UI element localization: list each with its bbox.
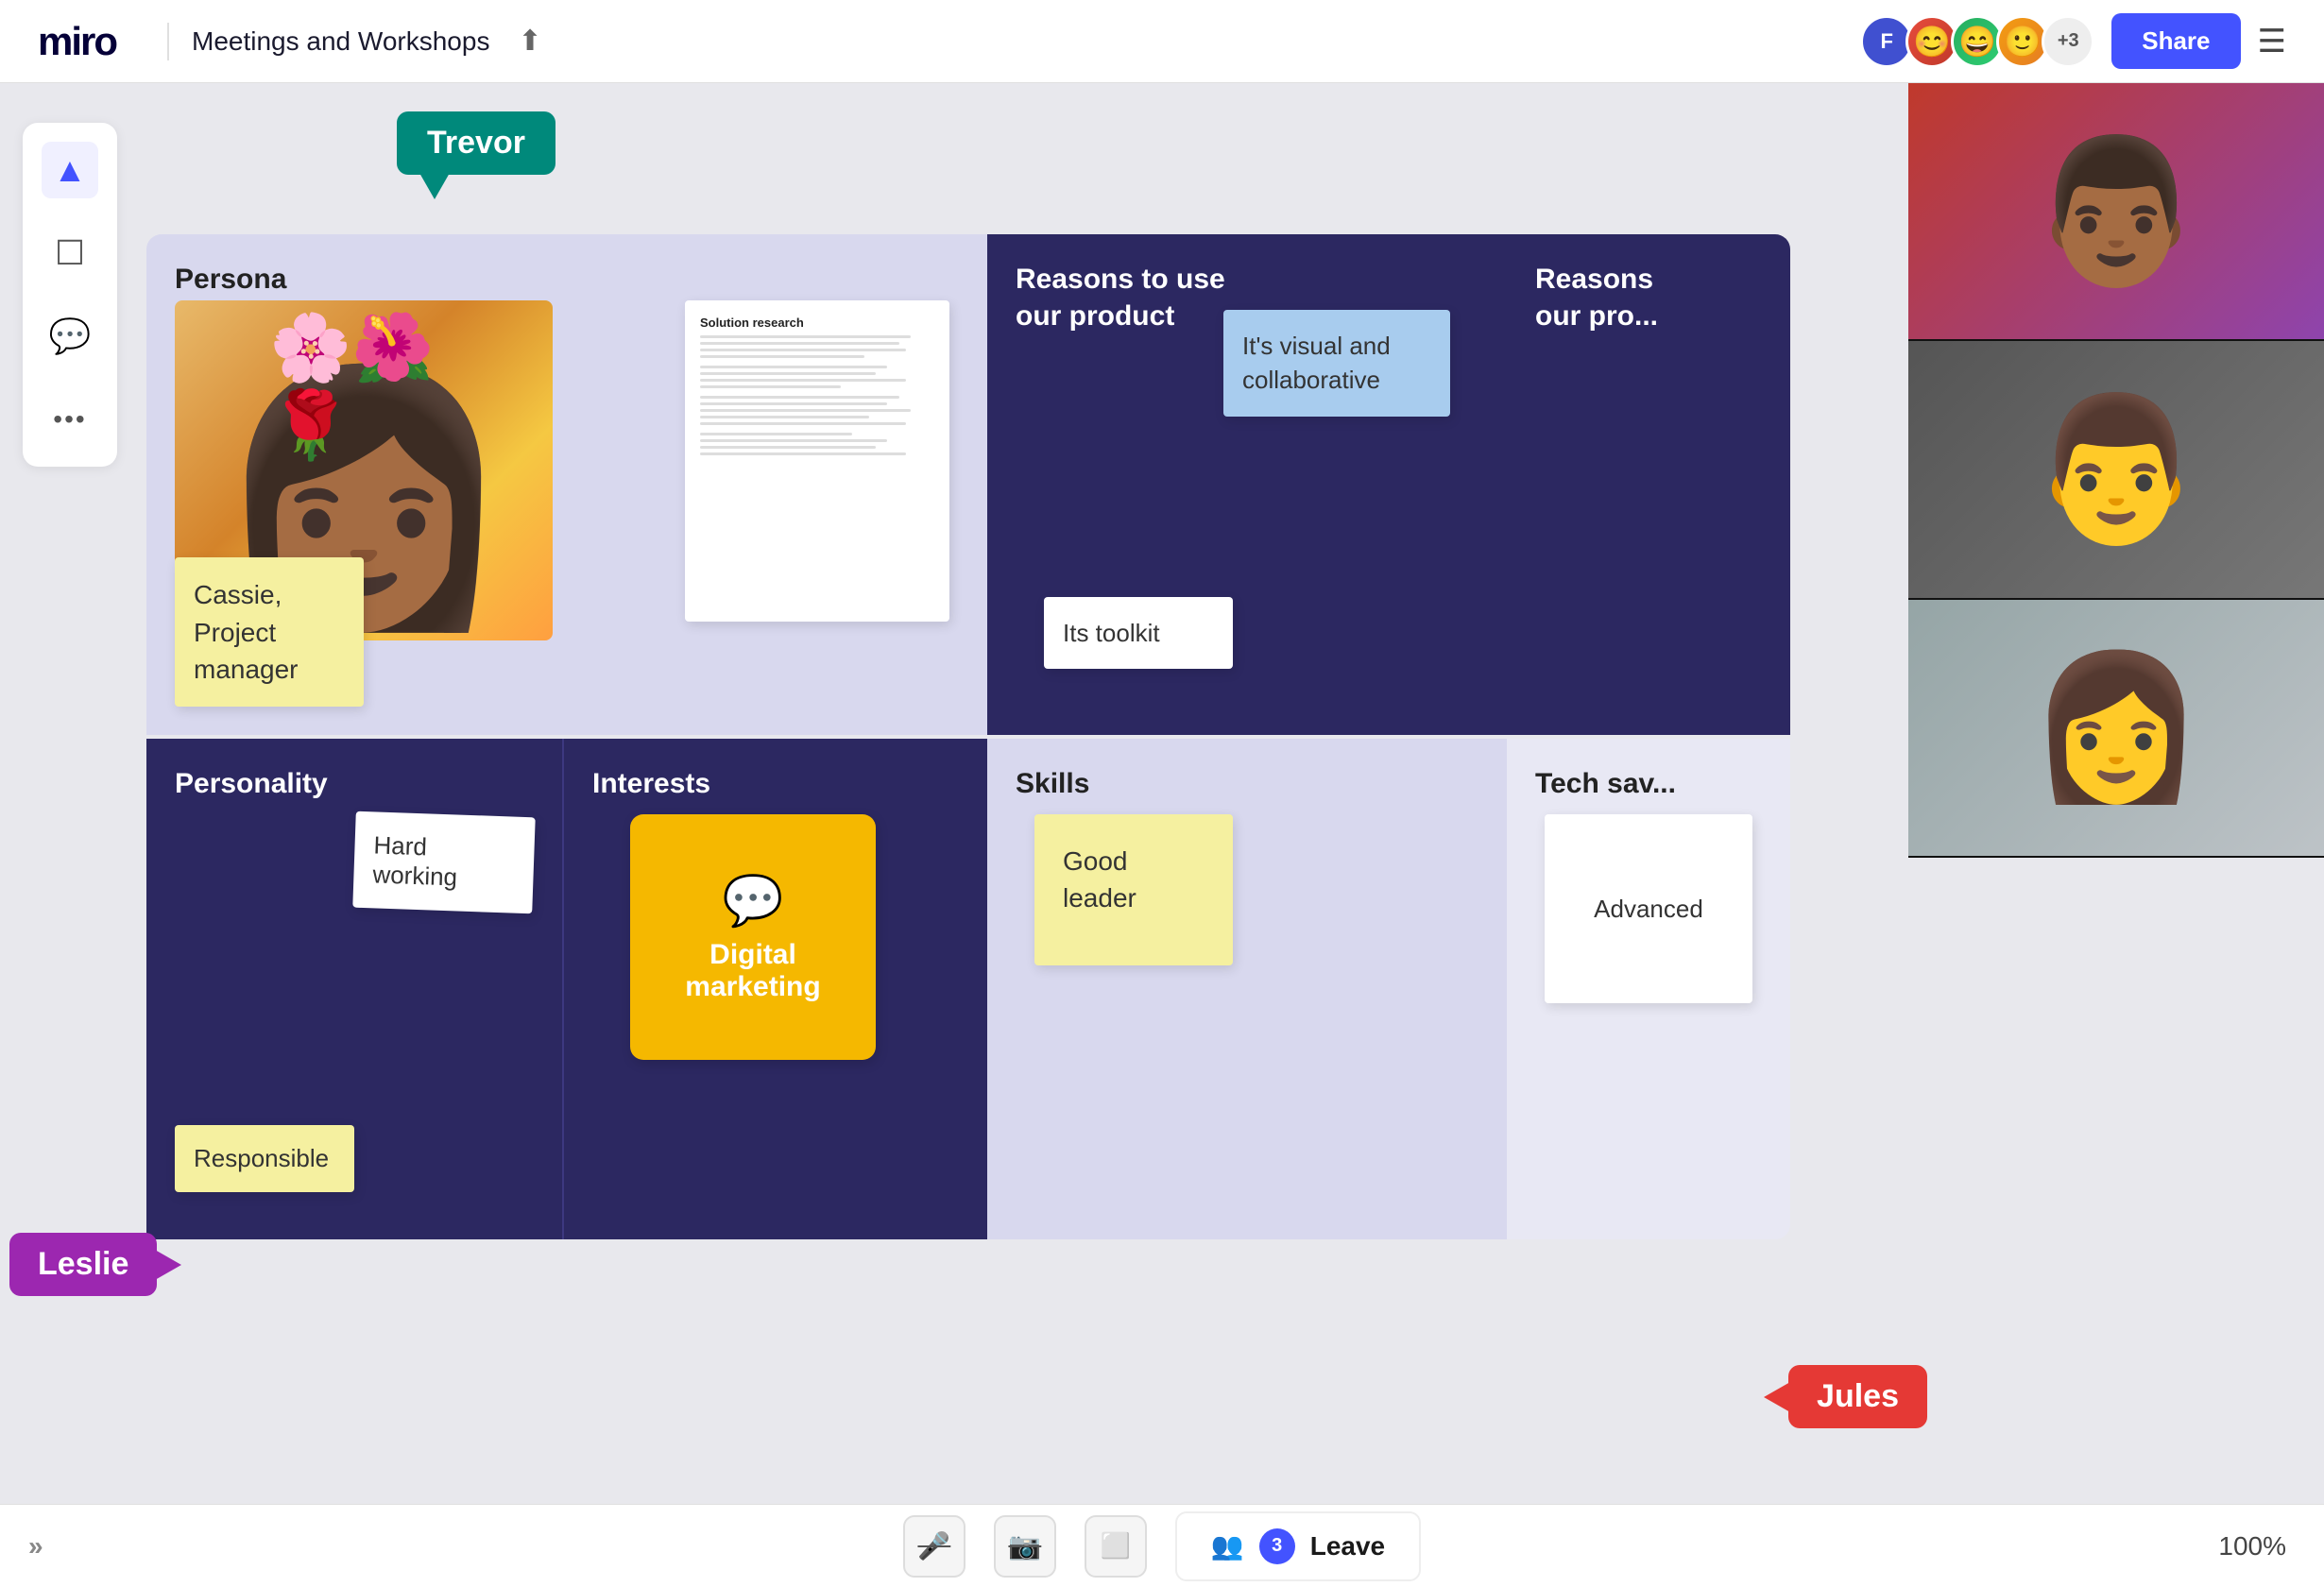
digital-marketing-card[interactable]: 💬 Digital marketing bbox=[630, 814, 876, 1060]
toolkit-text: Its toolkit bbox=[1063, 619, 1160, 647]
interests-section: Interests 💬 Digital marketing bbox=[562, 739, 987, 1239]
topbar-right: F 😊 😄 🙂 +3 Share ☰ bbox=[1860, 13, 2286, 69]
chat-card-icon: 💬 bbox=[723, 872, 784, 930]
video-tile-2: 👨 bbox=[1908, 341, 2324, 599]
reasons2-title: Reasonsour pro... bbox=[1535, 261, 1762, 334]
persona-name-sticky[interactable]: Cassie,Projectmanager bbox=[175, 557, 364, 707]
document-card[interactable]: Solution research bbox=[685, 300, 949, 622]
good-leader-sticky[interactable]: Good leader bbox=[1034, 814, 1233, 965]
bottombar: » 🎤 📷 ⬜ 👥 3 Leave 100% bbox=[0, 1504, 2324, 1587]
mic-mute-icon: 🎤 bbox=[917, 1530, 950, 1561]
video-mute-icon: 📷 bbox=[1008, 1530, 1041, 1561]
hardworking-text: Hard working bbox=[372, 830, 458, 891]
avatar-group: F 😊 😄 🙂 +3 bbox=[1860, 15, 2094, 68]
board-bottom-row: Personality Hard working Responsible Int… bbox=[146, 739, 1790, 1239]
persona-name: Cassie,Projectmanager bbox=[194, 580, 299, 683]
trevor-cursor: Trevor bbox=[397, 111, 555, 199]
persona-title: Persona bbox=[175, 261, 959, 298]
leslie-cursor: Leslie bbox=[9, 1233, 181, 1296]
menu-icon[interactable]: ☰ bbox=[2258, 23, 2286, 60]
bottom-controls: 🎤 📷 ⬜ 👥 3 Leave bbox=[903, 1511, 1421, 1581]
advanced-sticky[interactable]: Advanced bbox=[1545, 814, 1752, 1003]
advanced-text: Advanced bbox=[1594, 895, 1703, 924]
zoom-level: 100% bbox=[2218, 1531, 2286, 1561]
cursor-tool[interactable]: ▲ bbox=[42, 142, 98, 198]
video-bg-3: 👩 bbox=[1908, 600, 2324, 856]
more-tools[interactable]: ••• bbox=[42, 391, 98, 448]
responsible-sticky[interactable]: Responsible bbox=[175, 1125, 354, 1192]
jules-label: Jules bbox=[1788, 1365, 1927, 1428]
good-leader-text: Good leader bbox=[1063, 846, 1136, 913]
jules-arrow bbox=[1764, 1382, 1790, 1412]
board: Persona 🌸🌺🌹 👩🏾 Cassie,Projectmanager Sol… bbox=[146, 234, 1790, 1239]
flower-crown: 🌸🌺🌹 bbox=[269, 310, 458, 465]
personality-section: Personality Hard working Responsible bbox=[146, 739, 562, 1239]
reasons-section-2: Reasonsour pro... bbox=[1507, 234, 1790, 735]
trevor-label: Trevor bbox=[397, 111, 555, 175]
miro-logo: miro bbox=[38, 19, 116, 64]
avatar-plus[interactable]: +3 bbox=[2042, 15, 2094, 68]
interests-title: Interests bbox=[592, 765, 959, 802]
upload-icon[interactable]: ⬆ bbox=[518, 25, 541, 58]
doc-title: Solution research bbox=[700, 316, 934, 330]
persona-section: Persona 🌸🌺🌹 👩🏾 Cassie,Projectmanager Sol… bbox=[146, 234, 987, 735]
board-top-row: Persona 🌸🌺🌹 👩🏾 Cassie,Projectmanager Sol… bbox=[146, 234, 1790, 735]
board-title[interactable]: Meetings and Workshops bbox=[192, 26, 489, 57]
trevor-arrow bbox=[419, 173, 450, 199]
leave-label: Leave bbox=[1310, 1531, 1385, 1561]
topbar-divider bbox=[167, 23, 169, 60]
techsav-title: Tech sav... bbox=[1535, 765, 1762, 802]
responsible-text: Responsible bbox=[194, 1144, 329, 1172]
leslie-label: Leslie bbox=[9, 1233, 157, 1296]
reasons-section: Reasons to use our product It's visual a… bbox=[987, 234, 1507, 735]
video-bg-2: 👨 bbox=[1908, 341, 2324, 597]
toolkit-sticky[interactable]: Its toolkit bbox=[1044, 597, 1233, 669]
visual-text: It's visual and collaborative bbox=[1242, 332, 1391, 394]
participant-count: 3 bbox=[1259, 1528, 1295, 1564]
skills-section: Skills Good leader bbox=[987, 739, 1507, 1239]
techsav-section: Tech sav... Advanced bbox=[1507, 739, 1790, 1239]
video-panel: 👨🏾 👨 👩 bbox=[1908, 83, 2324, 858]
video-tile-1: 👨🏾 bbox=[1908, 83, 2324, 341]
nav-arrows[interactable]: » bbox=[28, 1531, 43, 1561]
digital-marketing-text: Digital marketing bbox=[685, 939, 820, 1003]
sticky-note-tool[interactable]: ☐ bbox=[42, 225, 98, 282]
hardworking-sticky[interactable]: Hard working bbox=[352, 811, 535, 914]
share-button[interactable]: Share bbox=[2111, 13, 2240, 69]
jules-cursor: Jules bbox=[1764, 1365, 1927, 1428]
video-bg-1: 👨🏾 bbox=[1908, 83, 2324, 339]
video-tile-3: 👩 bbox=[1908, 600, 2324, 858]
participants-icon: 👥 bbox=[1211, 1530, 1244, 1561]
mic-mute-button[interactable]: 🎤 bbox=[903, 1515, 965, 1578]
screen-share-icon: ⬜ bbox=[1101, 1531, 1131, 1561]
sidebar: ▲ ☐ 💬 ••• bbox=[23, 123, 117, 467]
visual-sticky[interactable]: It's visual and collaborative bbox=[1223, 310, 1450, 417]
personality-title: Personality bbox=[175, 765, 534, 802]
video-mute-button[interactable]: 📷 bbox=[994, 1515, 1056, 1578]
comment-tool[interactable]: 💬 bbox=[42, 308, 98, 365]
topbar: miro Meetings and Workshops ⬆ F 😊 😄 🙂 +3… bbox=[0, 0, 2324, 83]
skills-title: Skills bbox=[1016, 765, 1478, 802]
leave-button[interactable]: 👥 3 Leave bbox=[1175, 1511, 1421, 1581]
screen-share-button[interactable]: ⬜ bbox=[1085, 1515, 1147, 1578]
leslie-arrow bbox=[155, 1250, 181, 1280]
